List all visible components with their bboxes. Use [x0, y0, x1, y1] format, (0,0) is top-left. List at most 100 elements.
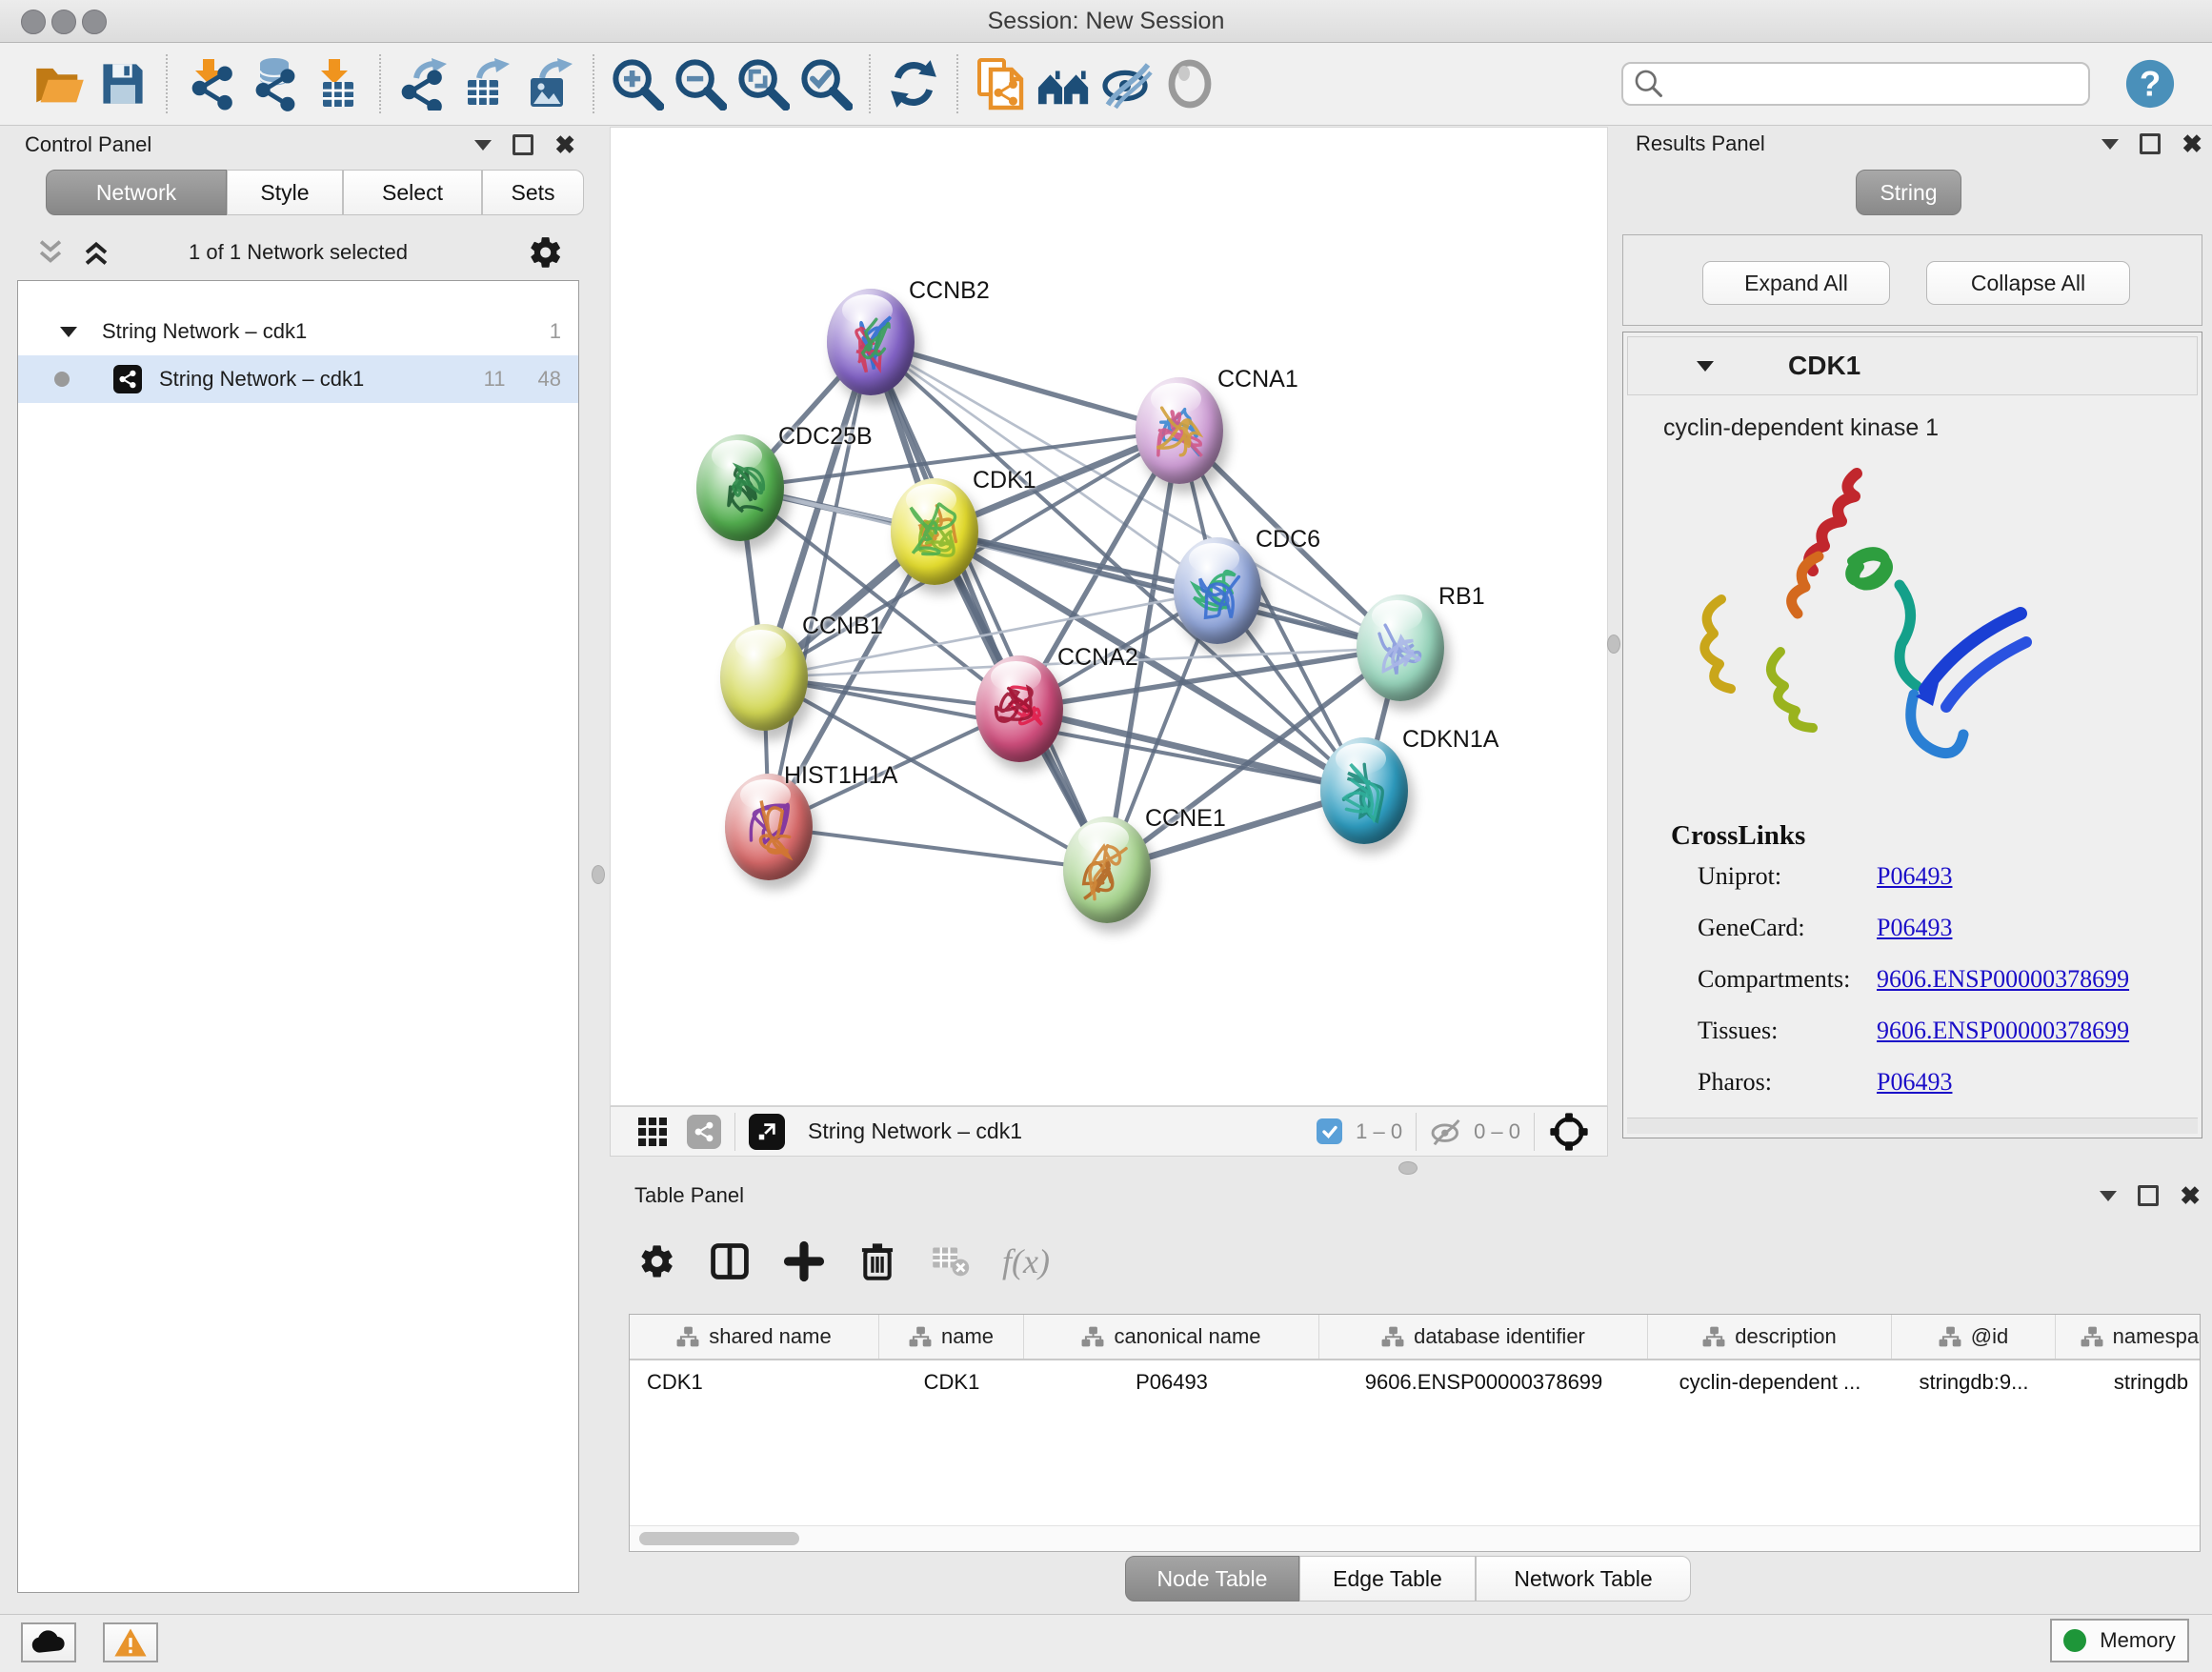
network-node-CDC25B[interactable] — [696, 434, 784, 541]
toolbar-separator — [379, 54, 381, 113]
panel-close-icon[interactable]: ✖ — [2180, 1183, 2201, 1208]
column-header-database-identifier[interactable]: database identifier — [1319, 1315, 1648, 1359]
crosslink-link[interactable]: P06493 — [1877, 862, 1952, 900]
network-edge-HIST1H1A-CCNE1[interactable] — [769, 827, 1107, 870]
birds-eye-toggle-icon[interactable] — [749, 1114, 785, 1150]
panel-close-icon[interactable]: ✖ — [554, 132, 575, 157]
panel-menu-icon[interactable] — [2101, 139, 2119, 150]
crosslink-link[interactable]: 9606.ENSP00000378699 — [1877, 965, 2129, 1003]
section-collapse-icon[interactable] — [1697, 361, 1714, 372]
panel-menu-icon[interactable] — [2100, 1191, 2117, 1201]
panel-menu-icon[interactable] — [474, 140, 492, 151]
search-input[interactable] — [1665, 71, 2079, 97]
expand-all-button[interactable]: Expand All — [1702, 261, 1890, 305]
function-builder-icon[interactable]: f(x) — [1002, 1241, 1050, 1281]
column-header-shared-name[interactable]: shared name — [630, 1315, 879, 1359]
panel-float-icon[interactable] — [2140, 133, 2161, 154]
snapshot-button[interactable] — [970, 52, 1033, 115]
tab-network[interactable]: Network — [46, 170, 227, 215]
collapse-all-button[interactable]: Collapse All — [1926, 261, 2130, 305]
zoom-out-button[interactable] — [669, 52, 732, 115]
network-node-CDC6[interactable] — [1174, 537, 1261, 644]
table-cell[interactable]: CDK1 — [630, 1360, 879, 1403]
gear-icon[interactable] — [528, 234, 564, 271]
save-session-button[interactable] — [91, 52, 154, 115]
delete-column-icon[interactable] — [857, 1240, 897, 1282]
show-columns-icon[interactable] — [709, 1240, 751, 1282]
tab-style[interactable]: Style — [227, 170, 343, 215]
control-panel-tabs: NetworkStyleSelectSets — [46, 170, 584, 215]
grid-view-icon[interactable] — [635, 1115, 670, 1149]
panel-float-icon[interactable] — [513, 134, 533, 155]
network-node-CCNB1[interactable] — [720, 624, 808, 731]
column-settings-gear-icon[interactable] — [638, 1242, 676, 1280]
table-row[interactable]: CDK1CDK1P064939606.ENSP00000378699cyclin… — [630, 1360, 2200, 1403]
table-cell[interactable]: P06493 — [1024, 1360, 1319, 1403]
selected-indicator-checkbox[interactable] — [1317, 1118, 1342, 1144]
network-collection-row[interactable]: String Network – cdk1 1 — [18, 308, 578, 355]
home-button[interactable] — [1033, 52, 1096, 115]
show-graphics-details-button[interactable] — [1158, 52, 1221, 115]
network-node-CDK1[interactable] — [891, 478, 978, 585]
export-table-button[interactable] — [455, 52, 518, 115]
zoom-fit-button[interactable] — [732, 52, 794, 115]
zoom-in-button[interactable] — [606, 52, 669, 115]
import-network-file-button[interactable] — [179, 52, 242, 115]
control-panel-title: Control Panel — [25, 132, 151, 157]
apply-layout-button[interactable] — [882, 52, 945, 115]
table-cell[interactable]: stringdb — [2056, 1360, 2201, 1403]
help-button[interactable]: ? — [2124, 58, 2176, 110]
table-cell[interactable]: CDK1 — [879, 1360, 1024, 1403]
column-header-description[interactable]: description — [1648, 1315, 1892, 1359]
table-horizontal-scrollbar[interactable] — [630, 1525, 2200, 1551]
gene-section-header[interactable]: CDK1 — [1627, 336, 2198, 395]
crosslink-link[interactable]: 9606.ENSP00000378699 — [1877, 1017, 2129, 1055]
column-header-canonical-name[interactable]: canonical name — [1024, 1315, 1319, 1359]
crosshair-icon[interactable] — [1548, 1111, 1590, 1153]
table-cell[interactable]: 9606.ENSP00000378699 — [1319, 1360, 1648, 1403]
panel-close-icon[interactable]: ✖ — [2182, 131, 2202, 156]
crosslink-link[interactable]: P06493 — [1877, 914, 1952, 952]
tab-edge-table[interactable]: Edge Table — [1299, 1556, 1476, 1601]
column-header-namespace[interactable]: namespace — [2056, 1315, 2201, 1359]
network-node-RB1[interactable] — [1357, 594, 1444, 701]
results-scrollbar[interactable] — [1627, 1118, 2198, 1134]
collection-expand-icon[interactable] — [60, 327, 77, 337]
tab-sets[interactable]: Sets — [482, 170, 584, 215]
zoom-selected-button[interactable] — [794, 52, 857, 115]
memory-status-button[interactable]: Memory — [2050, 1619, 2189, 1662]
tab-network-table[interactable]: Network Table — [1476, 1556, 1691, 1601]
panel-float-icon[interactable] — [2138, 1185, 2159, 1206]
network-row[interactable]: String Network – cdk1 11 48 — [18, 355, 578, 403]
hide-selected-button[interactable] — [1096, 52, 1158, 115]
network-node-CDKN1A[interactable] — [1320, 737, 1408, 844]
delete-table-icon[interactable] — [930, 1241, 970, 1281]
import-network-database-button[interactable] — [242, 52, 305, 115]
network-node-CCNE1[interactable] — [1063, 816, 1151, 923]
column-header-name[interactable]: name — [879, 1315, 1024, 1359]
import-table-button[interactable] — [305, 52, 368, 115]
export-image-button[interactable] — [518, 52, 581, 115]
cloud-status-button[interactable] — [21, 1622, 76, 1662]
left-splitter-handle[interactable] — [592, 865, 605, 884]
network-canvas[interactable]: CCNB2CCNA1CDC25BCDK1CDC6RB1CCNB1CCNA2CDK… — [610, 127, 1608, 1106]
add-column-icon[interactable] — [783, 1240, 825, 1282]
network-node-CCNA1[interactable] — [1136, 377, 1223, 484]
network-view-icon[interactable] — [687, 1115, 721, 1149]
network-edge-CCNB2-CCNE1[interactable] — [871, 342, 1107, 870]
crosslink-link[interactable]: P06493 — [1877, 1068, 1952, 1106]
network-edge-CCNB2-HIST1H1A[interactable] — [769, 342, 871, 827]
network-node-CCNB2[interactable] — [827, 289, 915, 395]
tab-select[interactable]: Select — [343, 170, 482, 215]
warning-status-button[interactable] — [103, 1622, 158, 1662]
horizontal-splitter-handle[interactable] — [1398, 1161, 1418, 1175]
tab-string[interactable]: String — [1856, 170, 1961, 215]
tab-node-table[interactable]: Node Table — [1125, 1556, 1299, 1601]
network-node-CCNA2[interactable] — [975, 655, 1063, 762]
open-session-button[interactable] — [29, 52, 91, 115]
scrollbar-thumb[interactable] — [639, 1532, 799, 1545]
column-header--id[interactable]: @id — [1892, 1315, 2056, 1359]
table-cell[interactable]: cyclin-dependent ... — [1648, 1360, 1892, 1403]
table-cell[interactable]: stringdb:9... — [1892, 1360, 2056, 1403]
export-network-button[interactable] — [392, 52, 455, 115]
